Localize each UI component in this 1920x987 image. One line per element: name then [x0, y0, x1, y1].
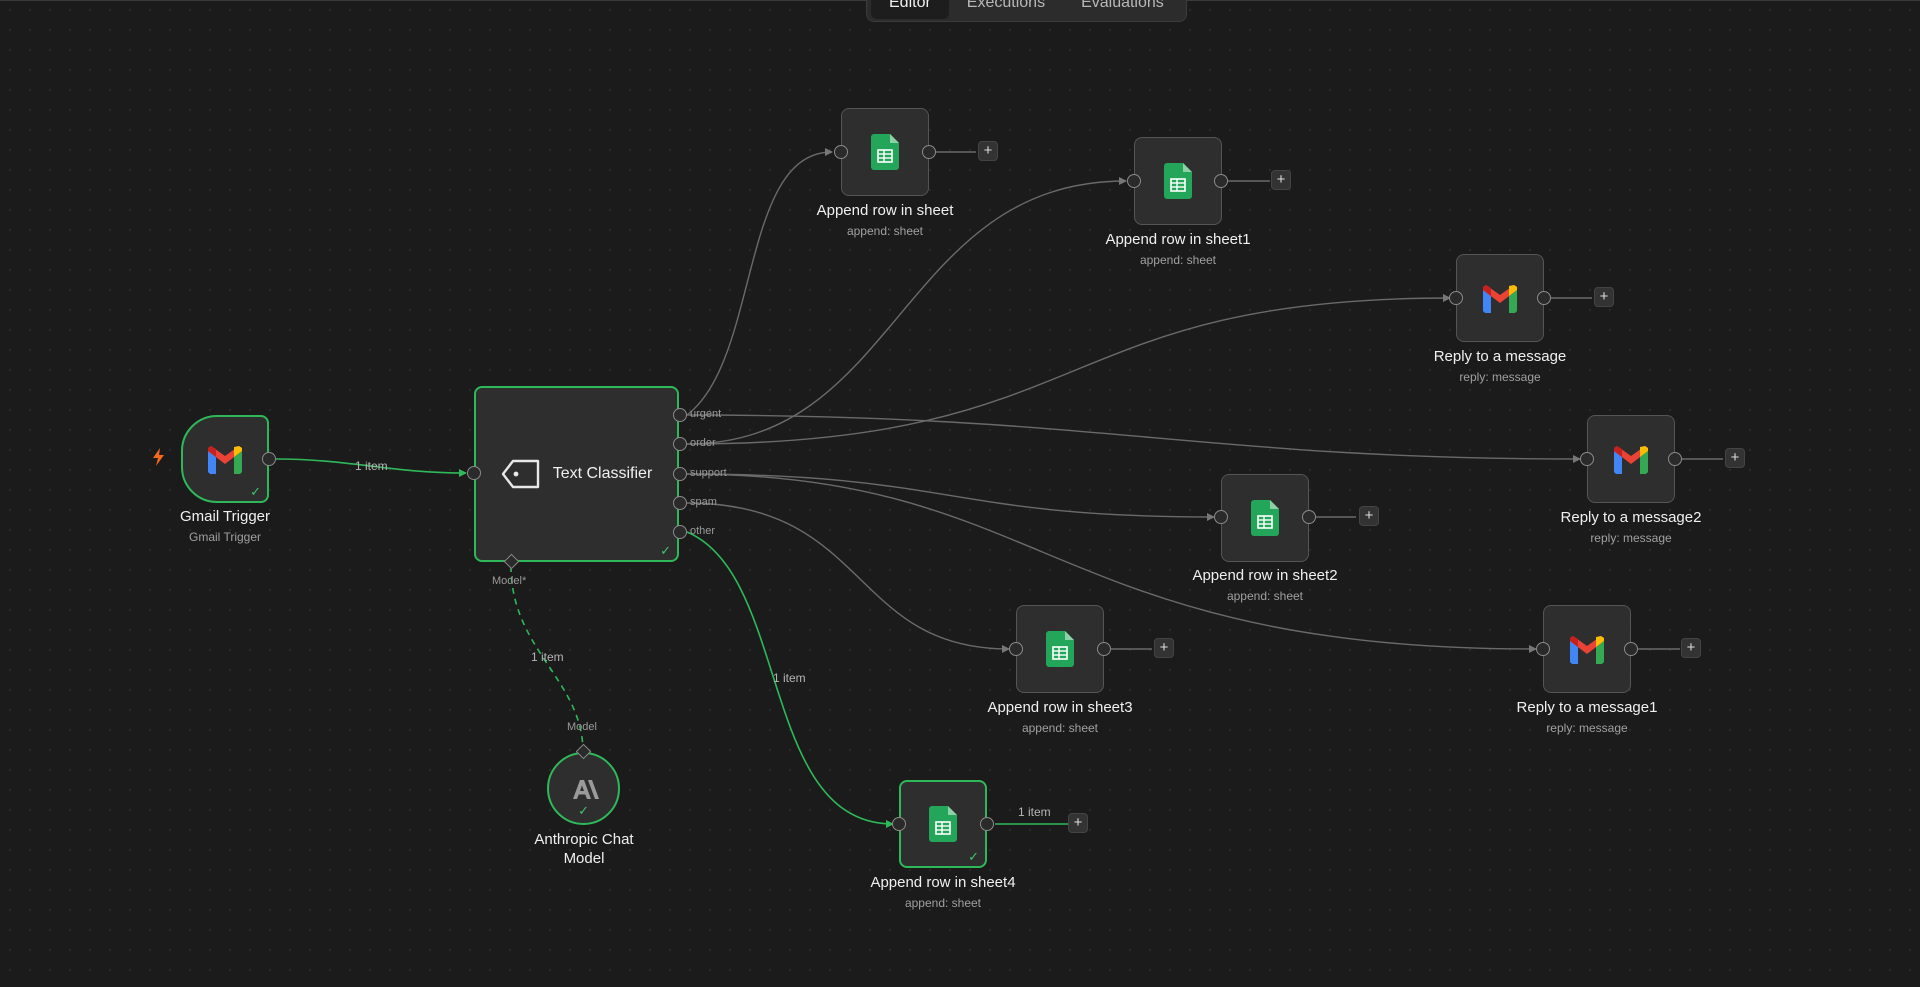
append-row-in-sheet3-title: Append row in sheet3	[987, 699, 1133, 716]
reply-output-port[interactable]	[1537, 291, 1551, 305]
google-sheets-icon	[871, 134, 899, 170]
edge-order-reply[interactable]	[686, 294, 1451, 445]
reply-to-a-message-subtitle: reply: message	[1459, 370, 1541, 384]
reply-input-port[interactable]	[1449, 291, 1463, 305]
sheet2-input-port[interactable]	[1214, 510, 1228, 524]
output-label-other: other	[690, 525, 716, 537]
node-anthropic-chat-model[interactable]: ✓	[547, 752, 620, 825]
success-check-icon: ✓	[660, 543, 671, 558]
sheet4-input-port[interactable]	[892, 817, 906, 831]
gmail-trigger-title: Gmail Trigger	[179, 508, 271, 525]
sheet-output-port[interactable]	[922, 145, 936, 159]
output-label-order: order	[690, 437, 716, 449]
reply-to-a-message-title: Reply to a message	[1433, 348, 1567, 365]
gmail-icon	[208, 446, 242, 474]
google-sheets-icon	[1046, 631, 1074, 667]
add-node-button[interactable]: +	[1725, 448, 1745, 468]
node-text-classifier[interactable]: Text Classifier ✓	[474, 386, 679, 562]
gmail-icon	[1570, 636, 1604, 664]
append-row-in-sheet3-subtitle: append: sheet	[1021, 721, 1099, 735]
edge-label-other: 1 item	[773, 671, 806, 685]
node-reply-to-a-message2[interactable]	[1587, 415, 1675, 503]
node-append-row-in-sheet2[interactable]	[1221, 474, 1309, 562]
output-port-spam[interactable]	[673, 496, 687, 510]
output-port-urgent[interactable]	[673, 408, 687, 422]
tag-icon	[501, 459, 539, 489]
add-node-button[interactable]: +	[1681, 638, 1701, 658]
append-row-in-sheet1-title: Append row in sheet1	[1105, 231, 1251, 248]
edge-support-reply1[interactable]	[686, 473, 1537, 653]
append-row-in-sheet1-subtitle: append: sheet	[1139, 253, 1217, 267]
anthropic-icon	[572, 779, 599, 799]
add-node-button[interactable]: +	[1271, 170, 1291, 190]
sheet4-output-port[interactable]	[980, 817, 994, 831]
reply-to-a-message2-subtitle: reply: message	[1590, 531, 1672, 545]
gmail-trigger-output-port[interactable]	[262, 452, 276, 466]
sheet1-input-port[interactable]	[1127, 174, 1141, 188]
anthropic-title-line1: Anthropic Chat	[534, 831, 634, 848]
sheet1-output-port[interactable]	[1214, 174, 1228, 188]
edge-label-sheet4-out: 1 item	[1018, 805, 1051, 819]
edge-label-trigger: 1 item	[355, 459, 388, 473]
google-sheets-icon	[1251, 500, 1279, 536]
sheet3-input-port[interactable]	[1009, 642, 1023, 656]
append-row-in-sheet4-subtitle: append: sheet	[904, 896, 982, 910]
add-node-button[interactable]: +	[1359, 506, 1379, 526]
google-sheets-icon	[929, 806, 957, 842]
edge-support-sheet2[interactable]	[686, 473, 1215, 521]
node-append-row-in-sheet4[interactable]: ✓	[899, 780, 987, 868]
append-row-in-sheet4-title: Append row in sheet4	[870, 874, 1016, 891]
success-check-icon: ✓	[578, 803, 589, 818]
edge-urgent-reply2[interactable]	[686, 414, 1581, 463]
text-classifier-input-port[interactable]	[467, 466, 481, 480]
add-node-button[interactable]: +	[1594, 287, 1614, 307]
reply1-output-port[interactable]	[1624, 642, 1638, 656]
append-row-in-sheet-subtitle: append: sheet	[846, 224, 924, 238]
add-node-button[interactable]: +	[1068, 813, 1088, 833]
edge-label-model: 1 item	[531, 650, 564, 664]
sheet3-output-port[interactable]	[1097, 642, 1111, 656]
node-append-row-in-sheet3[interactable]	[1016, 605, 1104, 693]
output-label-spam: spam	[690, 496, 717, 508]
node-gmail-trigger[interactable]: ✓	[181, 415, 269, 503]
add-node-button[interactable]: +	[1154, 638, 1174, 658]
anthropic-title-line2: Model	[563, 850, 605, 867]
output-label-support: support	[690, 467, 727, 479]
output-label-urgent: urgent	[690, 408, 722, 420]
output-port-support[interactable]	[673, 467, 687, 481]
reply-to-a-message1-subtitle: reply: message	[1546, 721, 1628, 735]
success-check-icon: ✓	[968, 849, 979, 864]
sheet-input-port[interactable]	[834, 145, 848, 159]
append-row-in-sheet2-subtitle: append: sheet	[1226, 589, 1304, 603]
gmail-icon	[1483, 285, 1517, 313]
reply-to-a-message2-title: Reply to a message2	[1560, 509, 1702, 526]
reply-to-a-message1-title: Reply to a message1	[1516, 699, 1658, 716]
edge-spam-sheet3[interactable]	[686, 502, 1010, 653]
trigger-bolt-icon	[153, 448, 164, 466]
model-input-label: Model*	[492, 575, 527, 587]
edge-order-sheet1[interactable]	[686, 177, 1127, 445]
reply2-output-port[interactable]	[1668, 452, 1682, 466]
sheet2-output-port[interactable]	[1302, 510, 1316, 524]
gmail-trigger-subtitle: Gmail Trigger	[188, 530, 262, 544]
append-row-in-sheet-title: Append row in sheet	[816, 202, 954, 219]
edge-urgent-sheet[interactable]	[686, 148, 833, 416]
google-sheets-icon	[1164, 163, 1192, 199]
add-node-button[interactable]: +	[978, 141, 998, 161]
anthropic-port-label: Model	[567, 721, 597, 733]
output-port-order[interactable]	[673, 437, 687, 451]
gmail-icon	[1614, 446, 1648, 474]
node-reply-to-a-message1[interactable]	[1543, 605, 1631, 693]
output-port-other[interactable]	[673, 525, 687, 539]
node-reply-to-a-message[interactable]	[1456, 254, 1544, 342]
text-classifier-title: Text Classifier	[552, 465, 653, 482]
node-append-row-in-sheet[interactable]	[841, 108, 929, 196]
node-append-row-in-sheet1[interactable]	[1134, 137, 1222, 225]
success-check-icon: ✓	[250, 484, 261, 499]
reply1-input-port[interactable]	[1536, 642, 1550, 656]
reply2-input-port[interactable]	[1580, 452, 1594, 466]
append-row-in-sheet2-title: Append row in sheet2	[1192, 567, 1338, 584]
